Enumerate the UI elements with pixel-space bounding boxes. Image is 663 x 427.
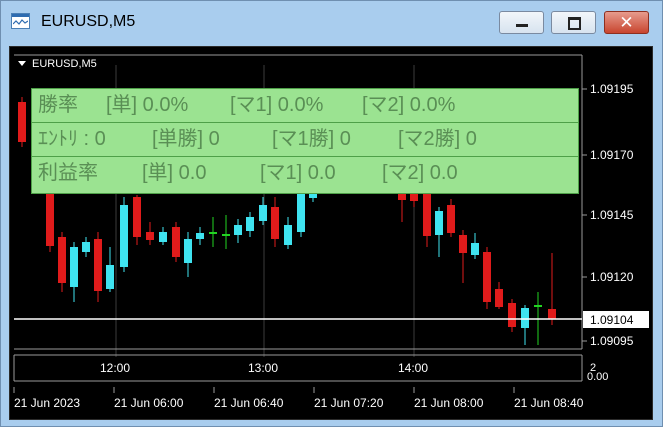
candle (172, 227, 180, 257)
win-rate-ma2: [マ2] 0.0% (362, 94, 456, 116)
close-button[interactable]: ✕ (604, 11, 649, 34)
chart-window-icon (11, 13, 30, 29)
title-bar[interactable]: EURUSD,M5 ✕ (1, 1, 662, 45)
profit-rate-label: 利益率 (38, 162, 98, 184)
candle (271, 207, 279, 239)
price-tick-label: 1.09095 (590, 334, 634, 348)
candle (483, 252, 491, 302)
candle (410, 193, 418, 201)
price-tick-label: 1.09195 (590, 82, 634, 96)
win-rate-row: 勝率 [単] 0.0% [マ1] 0.0% [マ2] 0.0% (32, 89, 578, 123)
current-price-label: 1.09104 (590, 313, 634, 327)
date-tick-label: 21 Jun 06:40 (214, 396, 284, 410)
win-rate-label: 勝率 (38, 94, 78, 116)
candle (495, 289, 503, 307)
candle (58, 237, 66, 283)
window-title: EURUSD,M5 (41, 13, 136, 30)
close-icon: ✕ (619, 13, 634, 32)
candle (82, 242, 90, 252)
subwindow-scale-label: 0.00 (587, 371, 608, 383)
minimize-icon (516, 24, 528, 27)
symbol-label: EURUSD,M5 (32, 58, 97, 70)
candle (106, 265, 114, 289)
candle (18, 102, 26, 142)
candle (146, 232, 154, 240)
time-tick-label: 13:00 (248, 361, 278, 375)
candle (133, 197, 141, 237)
candle (459, 235, 467, 253)
ma1-wins: [マ1勝] 0 (272, 128, 351, 150)
maximize-button[interactable] (551, 11, 596, 34)
date-tick-label: 21 Jun 07:20 (314, 396, 384, 410)
win-rate-ma1: [マ1] 0.0% (230, 94, 324, 116)
profit-rate-ma1: [マ1] 0.0 (260, 162, 336, 184)
candle (120, 205, 128, 267)
date-tick-label: 21 Jun 08:40 (514, 396, 584, 410)
price-tick-label: 1.09145 (590, 208, 634, 222)
candle (521, 308, 529, 328)
chart-menu-triangle-icon[interactable] (18, 61, 26, 66)
profit-rate-ma2: [マ2] 0.0 (382, 162, 458, 184)
single-wins: [単勝] 0 (152, 128, 220, 150)
candle (70, 247, 78, 287)
candle (234, 225, 242, 235)
candle (423, 192, 431, 236)
minimize-button[interactable] (499, 11, 544, 34)
entry-count-row: ｴﾝﾄﾘ : 0 [単勝] 0 [マ1勝] 0 [マ2勝] 0 (32, 123, 578, 157)
date-tick-label: 21 Jun 06:00 (114, 396, 184, 410)
date-tick-label: 21 Jun 2023 (14, 396, 80, 410)
candle (94, 239, 102, 291)
candle (508, 303, 516, 327)
candle (548, 309, 556, 319)
profit-rate-row: 利益率 [単] 0.0 [マ1] 0.0 [マ2] 0.0 (32, 157, 578, 193)
date-tick-label: 21 Jun 08:00 (414, 396, 484, 410)
candle (184, 239, 192, 263)
entry-count-label: ｴﾝﾄﾘ : 0 (38, 128, 106, 150)
candle (196, 233, 204, 239)
profit-rate-single: [単] 0.0 (142, 162, 207, 184)
maximize-icon (568, 17, 581, 30)
candle (447, 205, 455, 233)
time-tick-label: 12:00 (100, 361, 130, 375)
time-tick-label: 14:00 (398, 361, 428, 375)
price-tick-label: 1.09170 (590, 148, 634, 162)
stats-info-panel: 勝率 [単] 0.0% [マ1] 0.0% [マ2] 0.0% ｴﾝﾄﾘ : 0… (31, 88, 579, 194)
candle (435, 211, 443, 235)
candle (159, 232, 167, 242)
win-rate-single: [単] 0.0% (106, 94, 189, 116)
price-tick-label: 1.09120 (590, 270, 634, 284)
candle (284, 225, 292, 245)
candle (246, 217, 254, 231)
ma2-wins: [マ2勝] 0 (398, 128, 477, 150)
candle (471, 243, 479, 255)
candle (259, 205, 267, 221)
